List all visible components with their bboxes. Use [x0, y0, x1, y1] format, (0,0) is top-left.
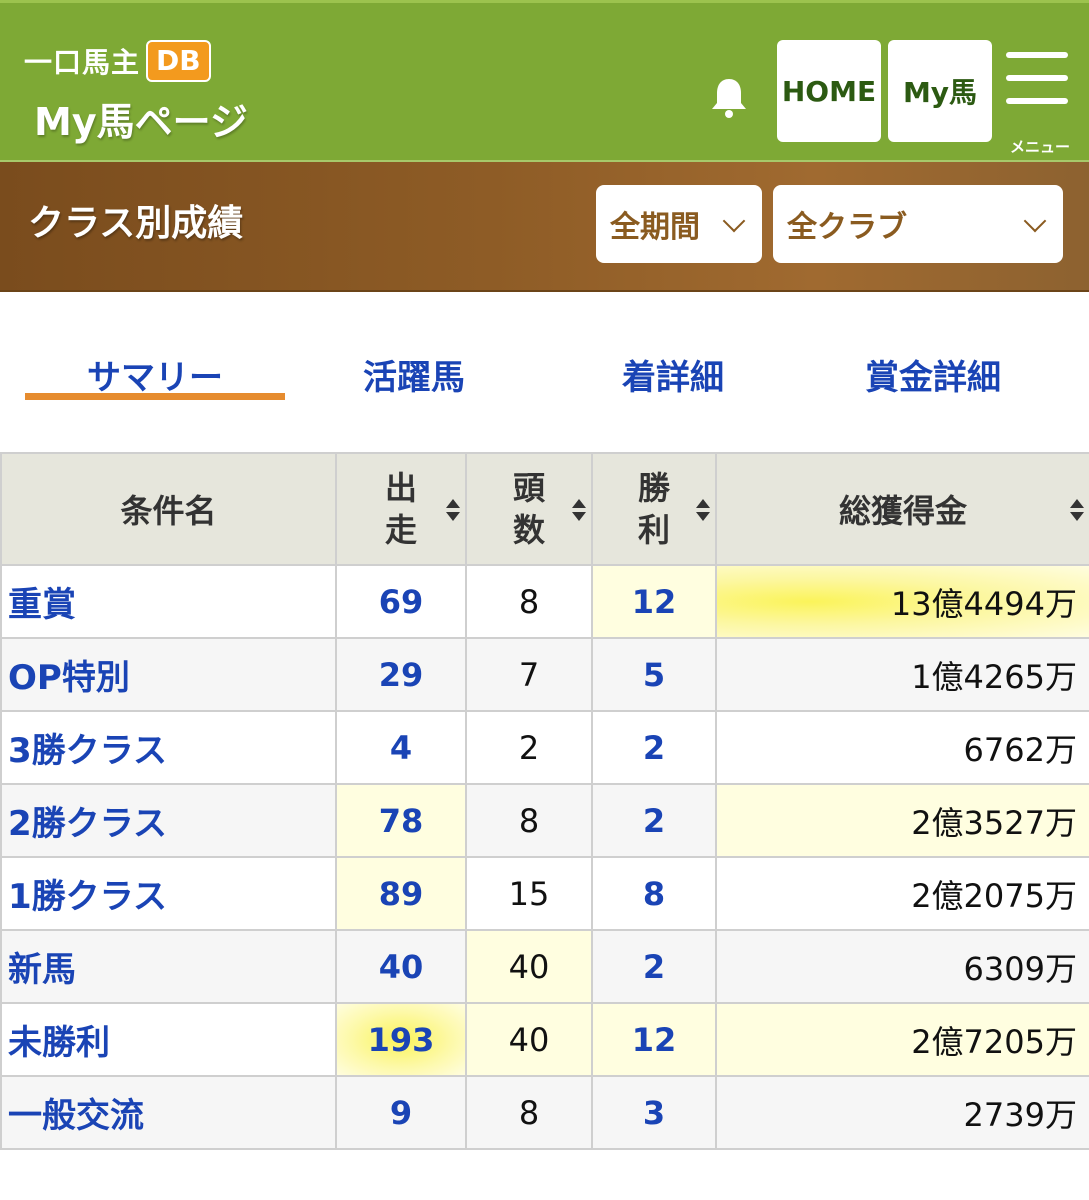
prize-cell: 6309万	[715, 929, 1089, 1004]
period-select[interactable]: 全期間	[596, 185, 762, 263]
prize-cell: 2739万	[715, 1075, 1089, 1150]
section-title: クラス別成績	[28, 203, 244, 244]
chevron-down-icon	[1023, 209, 1047, 233]
col-header-horses-line1: 頭	[512, 469, 545, 507]
sort-icon[interactable]	[1069, 498, 1085, 522]
prize-cell: 2億3527万	[715, 783, 1089, 858]
logo-badge: DB	[146, 40, 211, 82]
horses-cell: 8	[465, 1075, 593, 1150]
starts-link[interactable]: 4	[335, 710, 467, 785]
col-header-wins[interactable]: 勝利	[591, 452, 717, 566]
col-header-prize-label: 総獲得金	[838, 492, 967, 530]
table-row: 2勝クラス 78 8 2 2億3527万	[0, 783, 1089, 858]
starts-link[interactable]: 69	[335, 564, 467, 639]
sort-icon[interactable]	[571, 498, 587, 522]
starts-link[interactable]: 89	[335, 856, 467, 931]
table-row: 重賞 69 8 12 13億4494万	[0, 564, 1089, 639]
site-logo[interactable]: 一口馬主 DB	[24, 40, 211, 82]
table-row: 1勝クラス 89 15 8 2億2075万	[0, 856, 1089, 931]
row-name-link[interactable]: 重賞	[0, 564, 337, 639]
table-header-row: 条件名 出走 頭数 勝利 総獲得金	[0, 452, 1089, 566]
col-header-horses-line2: 数	[512, 511, 545, 549]
hamburger-bar	[1006, 98, 1068, 104]
col-header-starts-line2: 走	[384, 511, 417, 549]
home-button[interactable]: HOME	[777, 40, 881, 142]
horses-cell: 8	[465, 564, 593, 639]
menu-label: メニュー	[1009, 138, 1070, 156]
wins-link[interactable]: 12	[591, 1002, 717, 1077]
table-row: OP特別 29 7 5 1億4265万	[0, 637, 1089, 712]
prize-cell: 1億4265万	[715, 637, 1089, 712]
class-results-table: 条件名 出走 頭数 勝利 総獲得金 重賞 69 8 12 13億4494万 OP…	[0, 452, 1089, 1150]
horses-cell: 7	[465, 637, 593, 712]
col-header-starts[interactable]: 出走	[335, 452, 467, 566]
horses-cell: 8	[465, 783, 593, 858]
site-header: 一口馬主 DB My馬ページ HOME My馬 メニュー	[0, 0, 1089, 162]
col-header-prize[interactable]: 総獲得金	[715, 452, 1089, 566]
active-tab-indicator	[25, 393, 285, 400]
tab-summary[interactable]: サマリー	[25, 350, 285, 399]
row-name-link[interactable]: 未勝利	[0, 1002, 337, 1077]
wins-link[interactable]: 2	[591, 783, 717, 858]
club-select[interactable]: 全クラブ	[773, 185, 1063, 263]
wins-link[interactable]: 3	[591, 1075, 717, 1150]
logo-text: 一口馬主	[24, 46, 141, 79]
row-name-link[interactable]: OP特別	[0, 637, 337, 712]
chevron-down-icon	[722, 209, 746, 233]
horses-cell: 2	[465, 710, 593, 785]
row-name-link[interactable]: 1勝クラス	[0, 856, 337, 931]
menu-button[interactable]: メニュー	[1003, 48, 1073, 158]
hamburger-bar	[1006, 75, 1068, 81]
row-name-link[interactable]: 3勝クラス	[0, 710, 337, 785]
col-header-starts-line1: 出	[384, 469, 417, 507]
prize-cell: 13億4494万	[715, 564, 1089, 639]
row-name-link[interactable]: 新馬	[0, 929, 337, 1004]
row-name-link[interactable]: 2勝クラス	[0, 783, 337, 858]
col-header-horses[interactable]: 頭数	[465, 452, 593, 566]
tab-finish-detail[interactable]: 着詳細	[543, 350, 803, 399]
page-title: My馬ページ	[34, 100, 248, 144]
table-row: 未勝利 193 40 12 2億7205万	[0, 1002, 1089, 1077]
tab-active-horses[interactable]: 活躍馬	[284, 350, 544, 399]
col-header-wins-line1: 勝	[637, 469, 670, 507]
starts-link[interactable]: 29	[335, 637, 467, 712]
horses-cell: 15	[465, 856, 593, 931]
table-row: 一般交流 9 8 3 2739万	[0, 1075, 1089, 1150]
row-name-link[interactable]: 一般交流	[0, 1075, 337, 1150]
starts-link[interactable]: 9	[335, 1075, 467, 1150]
prize-cell: 6762万	[715, 710, 1089, 785]
horses-cell: 40	[465, 1002, 593, 1077]
prize-cell: 2億7205万	[715, 1002, 1089, 1077]
col-header-name: 条件名	[0, 452, 337, 566]
wins-link[interactable]: 2	[591, 929, 717, 1004]
table-row: 3勝クラス 4 2 2 6762万	[0, 710, 1089, 785]
sort-icon[interactable]	[695, 498, 711, 522]
wins-link[interactable]: 2	[591, 710, 717, 785]
sort-icon[interactable]	[445, 498, 461, 522]
col-header-name-label: 条件名	[120, 492, 217, 530]
starts-link[interactable]: 78	[335, 783, 467, 858]
horses-cell: 40	[465, 929, 593, 1004]
wins-link[interactable]: 8	[591, 856, 717, 931]
starts-link[interactable]: 193	[335, 1002, 467, 1077]
table-row: 新馬 40 40 2 6309万	[0, 929, 1089, 1004]
section-band: クラス別成績 全期間 全クラブ	[0, 162, 1089, 292]
bell-icon[interactable]	[708, 75, 750, 119]
tab-prize-detail[interactable]: 賞金詳細	[803, 350, 1063, 399]
club-select-value: 全クラブ	[787, 210, 907, 245]
col-header-wins-line2: 利	[637, 511, 670, 549]
hamburger-icon	[1006, 52, 1068, 58]
my-horse-button[interactable]: My馬	[888, 40, 992, 142]
starts-link[interactable]: 40	[335, 929, 467, 1004]
prize-cell: 2億2075万	[715, 856, 1089, 931]
wins-link[interactable]: 12	[591, 564, 717, 639]
wins-link[interactable]: 5	[591, 637, 717, 712]
period-select-value: 全期間	[610, 210, 700, 245]
